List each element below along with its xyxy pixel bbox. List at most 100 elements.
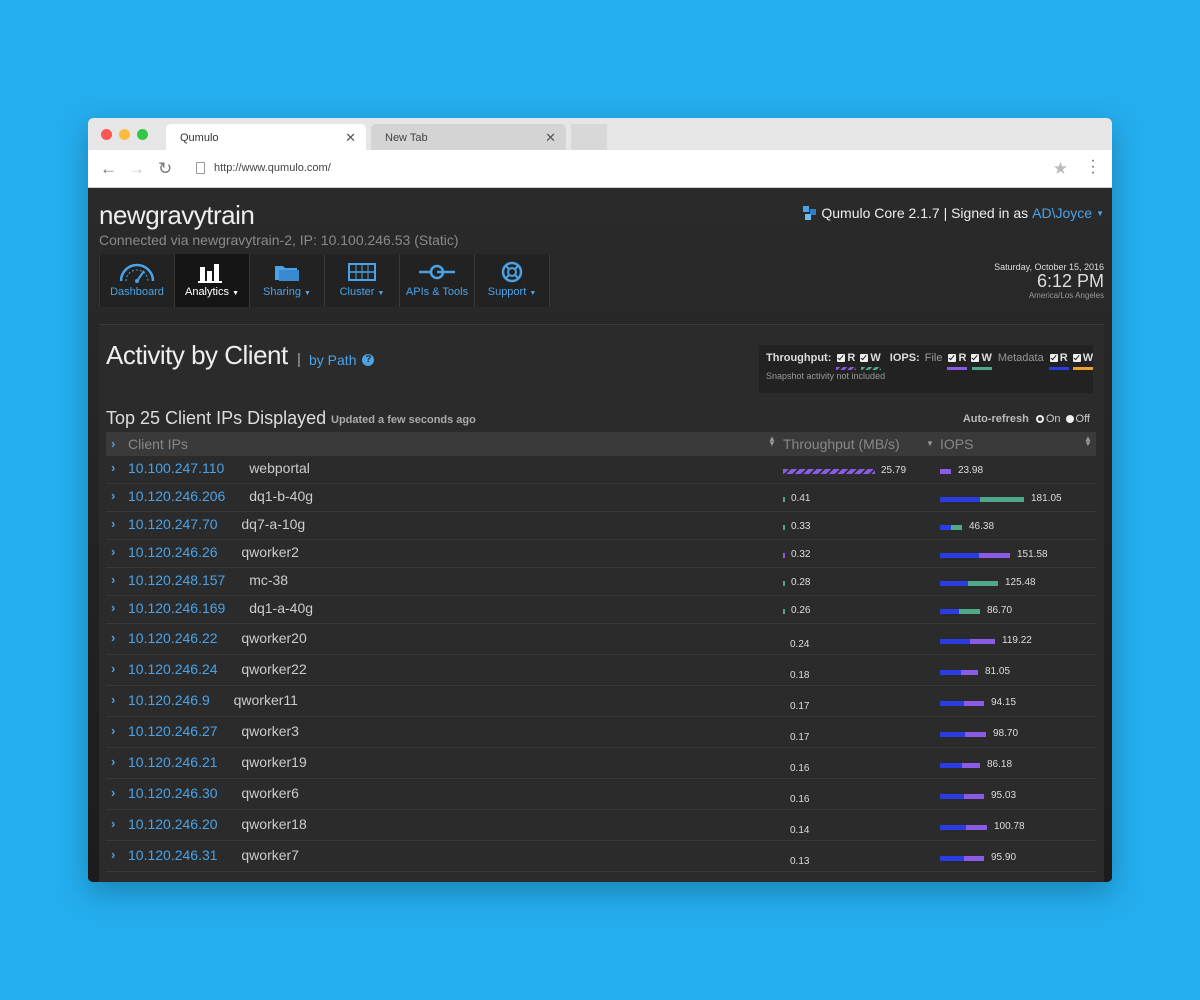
nav-analytics[interactable]: Analytics ▼ [175,254,250,307]
iops-bar-segment [959,609,980,614]
throughput-value: 0.18 [790,669,810,681]
by-path-link[interactable]: by Path ? [309,352,375,368]
table-row[interactable]: › 10.120.246.31 qworker7 0.13 95.90 [106,841,1096,872]
expand-row-icon[interactable]: › [111,600,115,615]
auto-refresh-off-radio[interactable] [1065,415,1074,423]
maximize-window-button[interactable] [137,129,148,140]
table-row[interactable]: › 10.120.246.24 qworker22 0.18 81.05 [106,655,1096,686]
nav-support[interactable]: Support ▼ [475,254,550,307]
sort-icon[interactable]: ▲ ▼ [768,435,776,448]
client-ip-link[interactable]: 10.120.246.21 [128,754,218,770]
table-row[interactable]: › 10.120.246.9 qworker11 0.17 94.15 [106,686,1096,717]
reload-icon[interactable]: ↻ [158,159,172,179]
browser-menu-icon[interactable]: · · · [1090,153,1096,181]
nav-dashboard[interactable]: Dashboard [100,254,175,307]
table-row[interactable]: › 10.120.246.26 qworker2 0.32 151.58 [106,540,1096,568]
expand-row-icon[interactable]: › [111,630,115,645]
throughput-value: 0.41 [791,493,811,504]
back-icon[interactable]: ← [100,159,117,179]
table-row[interactable]: › 10.120.246.20 qworker18 0.14 100.78 [106,810,1096,841]
client-ip-link[interactable]: 10.120.246.169 [128,600,225,616]
expand-row-icon[interactable]: › [111,816,115,831]
sort-desc-icon[interactable]: ▼ [926,440,934,448]
file-read-toggle[interactable]: R [947,352,968,370]
close-window-button[interactable] [101,129,112,140]
server-grid-icon [348,263,376,281]
table-row[interactable]: › 10.120.246.30 qworker6 0.16 95.03 [106,779,1096,810]
read-label: R [958,352,967,364]
expand-row-icon[interactable]: › [111,723,115,738]
client-ip-link[interactable]: 10.100.247.110 [128,460,224,476]
nav-sharing[interactable]: Sharing ▼ [250,254,325,307]
close-tab-icon[interactable]: ✕ [345,130,356,146]
browser-tab-qumulo[interactable]: Qumulo ✕ [166,124,366,150]
expand-row-icon[interactable]: › [111,572,115,587]
table-row[interactable]: › 10.120.248.157 mc-38 0.28 125.48 [106,568,1096,596]
throughput-read-toggle[interactable]: R [836,352,857,370]
expand-row-icon[interactable]: › [111,488,115,503]
file-write-toggle[interactable]: W [971,352,992,370]
nav-label-text: Analytics [184,286,230,298]
table-row[interactable]: › 10.120.246.27 qworker3 0.17 98.70 [106,717,1096,748]
column-iops[interactable]: IOPS [940,436,973,452]
chevron-down-icon[interactable]: ▼ [1096,209,1104,218]
url-input[interactable]: http://www.qumulo.com/ [192,157,1072,181]
table-row[interactable]: › 10.100.247.110 webportal 25.79 23.98 [106,456,1096,484]
iops-bar-segment [940,824,966,830]
client-ip-link[interactable]: 10.120.246.30 [128,785,218,801]
close-tab-icon[interactable]: ✕ [545,130,556,146]
iops-value: 46.38 [969,521,995,532]
chevron-down-icon: ▼ [529,290,537,297]
iops-bar [940,824,987,830]
expand-row-icon[interactable]: › [111,692,115,707]
table-row[interactable]: › 10.120.247.70 dq7-a-10g 0.33 46.38 [106,512,1096,540]
throughput-write-toggle[interactable]: W [860,352,881,370]
nav-label: Analytics ▼ [175,286,249,298]
client-ip-link[interactable]: 10.120.246.22 [128,630,218,646]
metadata-write-toggle[interactable]: W [1072,352,1093,370]
metadata-read-toggle[interactable]: R [1048,352,1069,370]
client-ip-link[interactable]: 10.120.248.157 [128,572,225,588]
table-row[interactable]: › 10.120.246.22 qworker20 0.24 119.22 [106,624,1096,655]
iops-value: 81.05 [985,665,1011,677]
expand-row-icon[interactable]: › [111,754,115,769]
table-row[interactable]: › 10.120.246.169 dq1-a-40g 0.26 86.70 [106,596,1096,624]
table-row[interactable]: › 10.120.246.21 qworker19 0.16 86.18 [106,748,1096,779]
browser-window: Qumulo ✕ New Tab ✕ ← → ↻ http://www.qumu… [88,118,1112,882]
table-row[interactable]: › 10.120.246.206 dq1-b-40g 0.41 181.05 [106,484,1096,512]
expand-row-icon[interactable]: › [111,847,115,862]
client-hostname: qworker2 [241,544,299,560]
bookmark-star-icon[interactable]: ★ [1053,159,1068,179]
client-ip-link[interactable]: 10.120.246.26 [128,544,218,560]
column-throughput[interactable]: Throughput (MB/s) [783,436,900,452]
expand-row-icon[interactable]: › [111,785,115,800]
column-client-ips[interactable]: Client IPs [128,436,188,452]
client-ip-link[interactable]: 10.120.246.206 [128,488,225,504]
expand-row-icon[interactable]: › [111,516,115,531]
client-ip-link[interactable]: 10.120.247.70 [128,516,218,532]
new-tab-button[interactable] [571,124,607,150]
qumulo-app: newgravytrain Connected via newgravytrai… [88,188,1112,882]
client-ip-link[interactable]: 10.120.246.9 [128,692,210,708]
client-ip-link[interactable]: 10.120.246.20 [128,816,218,832]
nav-cluster[interactable]: Cluster ▼ [325,254,400,307]
client-ip-link[interactable]: 10.120.246.27 [128,723,218,739]
nav-apis-tools[interactable]: APIs & Tools [400,254,475,307]
auto-refresh-label: Auto-refresh [962,413,1029,425]
expand-row-icon[interactable]: › [111,544,115,559]
iops-bar-segment [940,731,965,737]
client-ip-link[interactable]: 10.120.246.31 [128,847,218,863]
minimize-window-button[interactable] [119,129,130,140]
nav-label: Dashboard [110,286,164,298]
help-icon[interactable]: ? [362,354,375,366]
client-ip-link[interactable]: 10.120.246.24 [128,661,218,677]
chevron-down-icon: ▼ [304,290,311,297]
auto-refresh-on-radio[interactable] [1035,415,1044,423]
browser-tab-new[interactable]: New Tab ✕ [371,124,566,150]
expand-row-icon[interactable]: › [111,661,115,676]
user-menu[interactable]: AD\Joyce [1032,205,1092,221]
expand-row-icon[interactable]: › [111,460,115,475]
sort-icon[interactable]: ▲ ▼ [1084,435,1092,448]
forward-icon[interactable]: → [128,159,145,179]
browser-tabbar: Qumulo ✕ New Tab ✕ [88,118,1112,150]
